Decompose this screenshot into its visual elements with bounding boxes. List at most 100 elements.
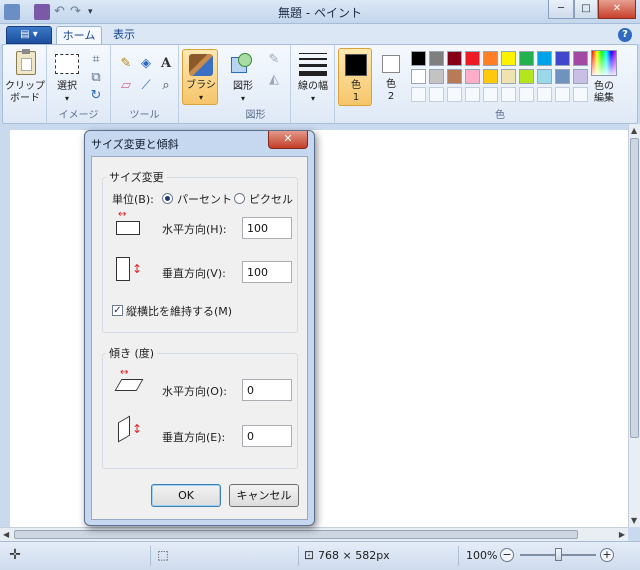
palette-swatch[interactable] <box>555 51 570 66</box>
keep-aspect-ratio-checkbox[interactable]: ✓ <box>112 305 123 316</box>
vertical-scroll-thumb[interactable] <box>630 138 639 438</box>
palette-swatch[interactable] <box>465 51 480 66</box>
size-group: 線の幅 ▾ <box>291 45 335 123</box>
fill-shape-icon[interactable]: ◭ <box>265 71 283 89</box>
close-window-button[interactable]: ✕ <box>598 0 636 19</box>
shapes-button-label[interactable]: 図形 <box>223 81 263 93</box>
shapes-dropdown-icon[interactable]: ▾ <box>223 93 263 105</box>
palette-swatch[interactable] <box>537 69 552 84</box>
zoom-slider-thumb[interactable] <box>554 548 562 561</box>
palette-swatch[interactable] <box>501 51 516 66</box>
dialog-close-button[interactable]: ✕ <box>268 131 308 149</box>
outline-icon[interactable]: ✎ <box>265 51 283 69</box>
ok-button[interactable]: OK <box>151 484 221 507</box>
dialog-title: サイズ変更と傾斜 <box>91 138 179 151</box>
edit-colors-icon[interactable] <box>591 50 617 76</box>
crop-icon[interactable]: ⌗ <box>87 51 105 69</box>
percent-label[interactable]: パーセント <box>177 191 232 207</box>
horizontal-resize-icon: ↔ <box>114 210 142 237</box>
scroll-left-icon[interactable]: ◀ <box>3 530 9 539</box>
vertical-resize-icon: ↕ <box>114 255 142 285</box>
zoom-out-button[interactable]: − <box>500 548 514 562</box>
line-width-icon[interactable] <box>299 53 327 76</box>
palette-custom-slot[interactable] <box>537 87 552 102</box>
pixels-label[interactable]: ピクセル <box>249 191 293 207</box>
palette-swatch[interactable] <box>483 51 498 66</box>
color1-button[interactable]: 色 1 <box>338 48 372 106</box>
palette-swatch[interactable] <box>465 69 480 84</box>
palette-swatch[interactable] <box>447 51 462 66</box>
zoom-slider-track[interactable] <box>520 548 596 561</box>
scroll-down-icon[interactable]: ▼ <box>631 516 637 525</box>
clipboard-button-label[interactable]: クリップ ボード <box>3 81 47 105</box>
percent-radio[interactable] <box>162 193 173 204</box>
palette-swatch[interactable] <box>519 69 534 84</box>
edit-colors-label[interactable]: 色の 編集 <box>585 81 623 105</box>
window-title: 無題 - ペイント <box>278 6 362 20</box>
palette-custom-slot[interactable] <box>555 87 570 102</box>
palette-swatch[interactable] <box>483 69 498 84</box>
brush-group: ブラシ ▾ <box>179 45 221 123</box>
color1-swatch <box>345 54 367 76</box>
minimize-button[interactable]: ─ <box>548 0 574 19</box>
line-width-dropdown-icon[interactable]: ▾ <box>291 93 335 105</box>
resize-horizontal-input[interactable] <box>242 217 292 239</box>
resize-icon[interactable]: ⧉ <box>87 69 105 87</box>
brush-button[interactable]: ブラシ ▾ <box>182 49 218 105</box>
palette-swatch[interactable] <box>537 51 552 66</box>
maximize-button[interactable]: □ <box>574 0 598 19</box>
cursor-position-icon: ✛ <box>9 547 21 563</box>
palette-custom-slot[interactable] <box>519 87 534 102</box>
horizontal-scrollbar[interactable]: ◀ ▶ <box>0 527 628 541</box>
tab-home[interactable]: ホーム <box>56 26 102 45</box>
horizontal-scroll-thumb[interactable] <box>14 530 578 539</box>
brush-icon <box>189 54 213 76</box>
colors-group-label: 色 <box>495 110 505 121</box>
pencil-icon[interactable]: ✎ <box>117 55 135 73</box>
pixels-radio[interactable] <box>234 193 245 204</box>
skew-horizontal-input[interactable] <box>242 379 292 401</box>
line-width-label[interactable]: 線の幅 <box>291 81 335 93</box>
palette-swatch[interactable] <box>411 51 426 66</box>
tools-group: ✎ ◈ A ▱ ⟋ ⌕ ツール <box>111 45 179 123</box>
palette-swatch[interactable] <box>573 51 588 66</box>
clipboard-icon <box>16 49 36 75</box>
cancel-button[interactable]: キャンセル <box>229 484 299 507</box>
select-icon[interactable] <box>55 54 79 74</box>
color2-button[interactable]: 色 2 <box>375 48 407 106</box>
zoom-in-button[interactable]: + <box>600 548 614 562</box>
skew-vertical-input[interactable] <box>242 425 292 447</box>
palette-swatch[interactable] <box>429 69 444 84</box>
select-button-label[interactable]: 選択 <box>49 81 85 93</box>
palette-custom-slot[interactable] <box>465 87 480 102</box>
shapes-icon[interactable] <box>231 53 253 75</box>
palette-swatch[interactable] <box>501 69 516 84</box>
palette-swatch[interactable] <box>555 69 570 84</box>
palette-custom-slot[interactable] <box>411 87 426 102</box>
color-picker-icon[interactable]: ⟋ <box>137 77 155 95</box>
palette-swatch[interactable] <box>411 69 426 84</box>
resize-vertical-input[interactable] <box>242 261 292 283</box>
palette-custom-slot[interactable] <box>483 87 498 102</box>
text-icon[interactable]: A <box>157 55 175 73</box>
palette-custom-slot[interactable] <box>447 87 462 102</box>
scroll-up-icon[interactable]: ▲ <box>631 126 637 135</box>
vertical-scrollbar[interactable]: ▲ ▼ <box>628 124 640 527</box>
help-icon[interactable]: ? <box>618 28 632 42</box>
palette-swatch[interactable] <box>429 51 444 66</box>
fill-icon[interactable]: ◈ <box>137 55 155 73</box>
eraser-icon[interactable]: ▱ <box>117 77 135 95</box>
palette-swatch[interactable] <box>447 69 462 84</box>
keep-aspect-ratio-label[interactable]: 縦横比を維持する(M) <box>126 303 232 319</box>
file-menu-button[interactable]: ▤ ▾ <box>6 26 52 44</box>
status-bar: ✛ ⬚ ⊡ 768 × 582px 100% − + <box>0 541 640 570</box>
palette-custom-slot[interactable] <box>501 87 516 102</box>
image-group: 選択 ▾ ⌗ ⧉ ↻ イメージ <box>47 45 111 123</box>
palette-swatch[interactable] <box>519 51 534 66</box>
select-dropdown-icon[interactable]: ▾ <box>49 93 85 105</box>
scroll-right-icon[interactable]: ▶ <box>619 530 625 539</box>
rotate-icon[interactable]: ↻ <box>87 87 105 105</box>
magnifier-icon[interactable]: ⌕ <box>157 77 175 95</box>
palette-custom-slot[interactable] <box>429 87 444 102</box>
tab-view[interactable]: 表示 <box>106 26 142 45</box>
